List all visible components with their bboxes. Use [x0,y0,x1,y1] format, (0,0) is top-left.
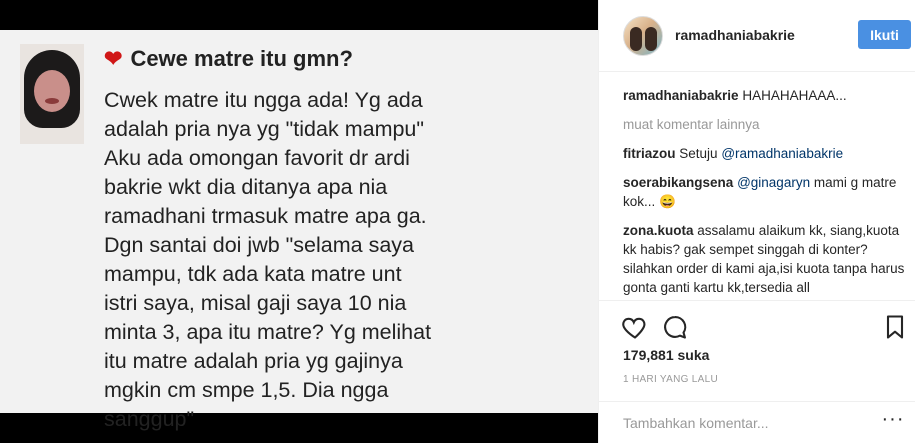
question-title: ❤ Cewe matre itu gmn? [104,46,353,72]
question-title-text: Cewe matre itu gmn? [130,46,353,71]
like-heart-icon[interactable] [621,313,649,341]
list-item: soerabikangsena @ginagaryn mami g matre … [623,173,905,211]
bookmark-icon[interactable] [881,313,909,341]
post-sidebar: ramadhaniabakrie Ikuti ramadhaniabakrie … [598,0,915,443]
post-image: ❤ Cewe matre itu gmn? Cwek matre itu ngg… [0,30,598,431]
likes-count[interactable]: 179,881 suka [623,347,709,363]
post-timestamp[interactable]: 1 HARI YANG LALU [623,374,718,385]
username[interactable]: ramadhaniabakrie [675,27,795,43]
caption: ramadhaniabakrie HAHAHAHAAA... [623,86,905,105]
comment-user[interactable]: fitriazou [623,146,676,161]
question-body: Cwek matre itu ngga ada! Yg ada adalah p… [104,88,432,431]
caption-text: HAHAHAHAAA... [742,88,847,103]
load-more-comments[interactable]: muat komentar lainnya [623,115,905,134]
comment-user[interactable]: soerabikangsena [623,175,733,190]
caption-user[interactable]: ramadhaniabakrie [623,88,739,103]
more-options-icon[interactable]: ··· [881,409,905,434]
comment-user[interactable]: zona.kuota [623,223,694,238]
comment-mention[interactable]: @ginagaryn [737,175,810,190]
post-actions: 179,881 suka 1 HARI YANG LALU [599,300,915,401]
comment-input[interactable] [623,411,853,435]
avatar[interactable] [623,16,663,56]
comments-list[interactable]: ramadhaniabakrie HAHAHAHAAA... muat kome… [623,86,905,300]
post-media: ❤ Cewe matre itu gmn? Cwek matre itu ngg… [0,0,598,443]
comment-text: Setuju [679,146,718,161]
comment-bubble-icon[interactable] [661,313,689,341]
post-header: ramadhaniabakrie Ikuti [599,0,915,72]
follow-button[interactable]: Ikuti [858,20,911,49]
heart-icon: ❤ [104,46,123,71]
list-item: fitriazou Setuju @ramadhaniabakrie [623,144,905,163]
list-item: zona.kuota assalamu alaikum kk, siang,ku… [623,221,905,300]
question-avatar-photo [20,44,84,144]
add-comment-bar: ··· [599,401,915,443]
comment-mention[interactable]: @ramadhaniabakrie [721,146,843,161]
